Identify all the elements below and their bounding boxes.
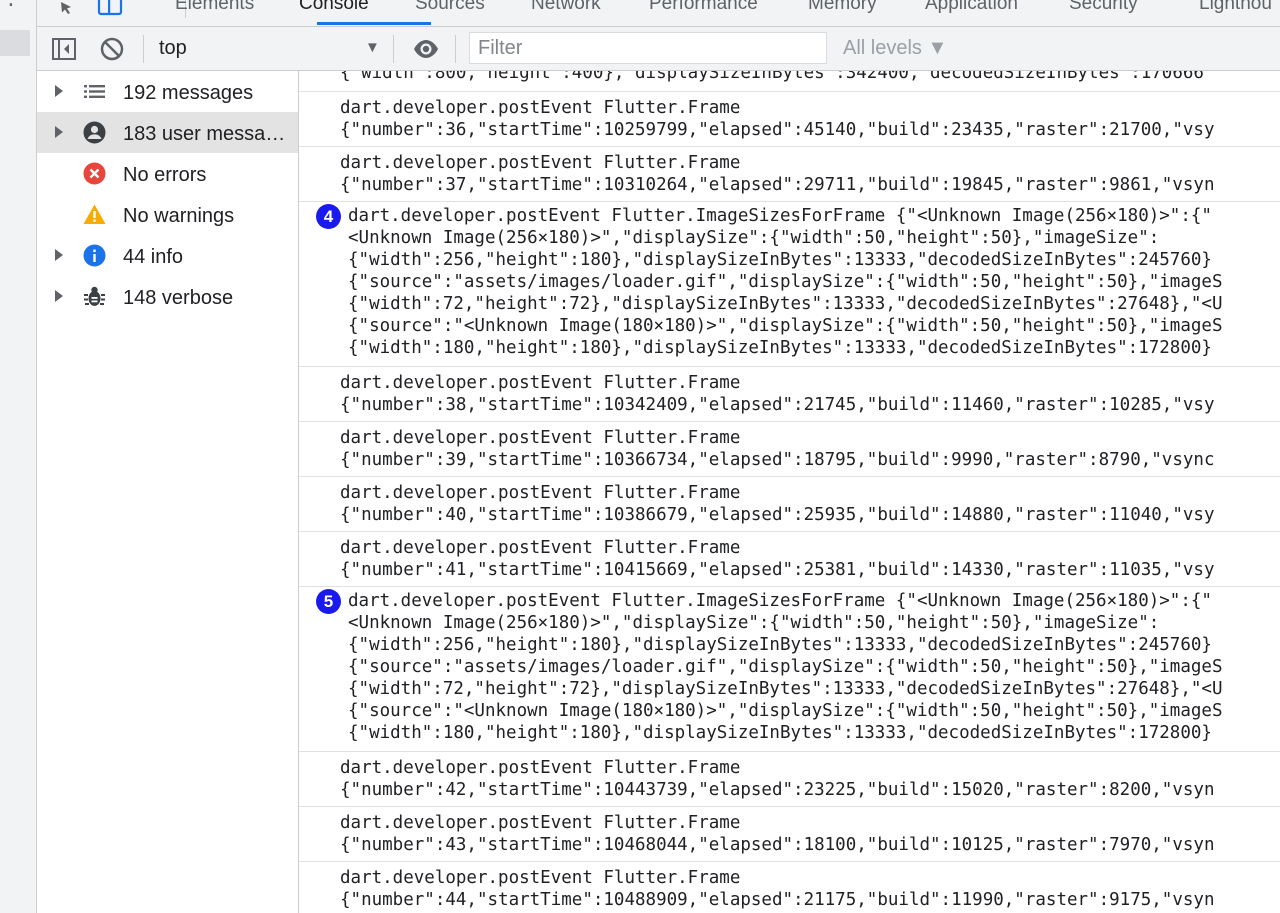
message-text: {"width":72,"height":72},"displaySizeInB… [348,294,1223,314]
tab-elements[interactable]: Elements [175,0,254,15]
info-icon [83,244,106,267]
toolbar-separator [455,35,456,63]
expand-arrow-icon[interactable] [55,126,63,138]
console-message[interactable]: dart.developer.postEvent Flutter.Frame {… [299,92,1280,147]
inspect-element-icon[interactable] [51,0,77,18]
message-text: {"width":800,"height":400},"displaySizeI… [340,71,1204,83]
tab-console[interactable]: Console [299,0,369,15]
message-text: dart.developer.postEvent Flutter.Frame [340,538,741,558]
dropdown-arrow-icon[interactable]: ▼ [365,39,380,56]
log-levels-dropdown[interactable]: All levels ▼ [843,37,947,60]
console-message[interactable]: {"width":800,"height":400},"displaySizeI… [299,71,1280,92]
console-message[interactable]: dart.developer.postEvent Flutter.Frame {… [299,477,1280,532]
sidebar-item-info[interactable]: 44 info [37,235,298,276]
toolbar-separator [143,35,144,63]
repeat-count-badge: 4 [316,204,341,229]
sidebar-item-user-messages[interactable]: 183 user messa… [37,112,298,153]
message-text: dart.developer.postEvent Flutter.Frame [340,98,741,118]
console-message[interactable]: dart.developer.postEvent Flutter.Frame {… [299,367,1280,422]
message-text: dart.developer.postEvent Flutter.ImageSi… [348,206,1212,226]
message-text: {"source":"assets/images/loader.gif","di… [348,657,1223,677]
message-text: {"width":180,"height":180},"displaySizeI… [348,338,1212,358]
message-text: {"width":256,"height":180},"displaySizeI… [348,250,1212,270]
message-text: {"source":"<Unknown Image(180×180)>","di… [348,701,1223,721]
device-toolbar-icon[interactable] [97,0,123,18]
console-toolbar: top ▼ All levels ▼ [37,27,1280,71]
tab-application[interactable]: Application [925,0,1018,15]
message-text: dart.developer.postEvent Flutter.Frame [340,373,741,393]
active-tab-indicator [317,22,431,25]
console-message[interactable]: dart.developer.postEvent Flutter.Frame {… [299,422,1280,477]
error-icon [83,162,106,185]
sidebar-item-label: 183 user messa… [123,123,286,145]
user-icon [83,121,106,144]
console-message[interactable]: dart.developer.postEvent Flutter.Frame {… [299,147,1280,202]
message-text: {"number":41,"startTime":10415669,"elaps… [340,560,1215,580]
console-message[interactable]: dart.developer.postEvent Flutter.Frame {… [299,532,1280,587]
message-text: {"number":44,"startTime":10488909,"elaps… [340,890,1215,910]
message-text: {"number":40,"startTime":10386679,"elaps… [340,505,1215,525]
message-text: {"source":"<Unknown Image(180×180)>","di… [348,316,1223,336]
message-text: dart.developer.postEvent Flutter.Frame [340,428,741,448]
message-text: dart.developer.postEvent Flutter.ImageSi… [348,591,1212,611]
warning-icon [83,203,106,226]
bug-icon [83,285,106,308]
toolbar-separator [393,35,394,63]
sidebar-item-label: 192 messages [123,82,254,104]
tab-memory[interactable]: Memory [808,0,877,15]
sidebar-item-label: 148 verbose [123,287,234,309]
repeat-count-badge: 5 [316,589,341,614]
tab-network[interactable]: Network [531,0,601,15]
console-message[interactable]: dart.developer.postEvent Flutter.Frame {… [299,807,1280,862]
message-text: dart.developer.postEvent Flutter.Frame [340,153,741,173]
sidebar-item-label: No errors [123,164,207,186]
expand-arrow-icon[interactable] [55,290,63,302]
more-options-icon[interactable]: ⋮ [0,0,22,8]
console-message[interactable]: dart.developer.postEvent Flutter.Frame {… [299,862,1280,913]
sidebar-item-errors[interactable]: No errors [37,153,298,194]
console-sidebar: 192 messages 183 user messa… No errors N… [37,71,299,913]
list-icon [83,80,106,103]
tab-lighthouse[interactable]: Lighthou [1199,0,1272,15]
message-text: {"number":42,"startTime":10443739,"elaps… [340,780,1215,800]
sidebar-item-messages[interactable]: 192 messages [37,71,298,112]
sidebar-item-verbose[interactable]: 148 verbose [37,276,298,317]
expand-arrow-icon[interactable] [55,85,63,97]
sidebar-item-warnings[interactable]: No warnings [37,194,298,235]
devtools-tab-bar: Elements Console Sources Network Perform… [37,0,1280,27]
sidebar-item-label: 44 info [123,246,184,268]
message-text: {"width":180,"height":180},"displaySizeI… [348,723,1212,743]
sidebar-toggle-icon[interactable] [51,36,77,62]
console-messages[interactable]: {"width":800,"height":400},"displaySizeI… [299,71,1280,913]
message-text: dart.developer.postEvent Flutter.Frame [340,758,741,778]
console-message[interactable]: dart.developer.postEvent Flutter.Frame {… [299,752,1280,807]
context-selector[interactable]: top [159,37,187,60]
left-gutter: ⋮ [0,0,37,913]
message-text: {"number":38,"startTime":10342409,"elaps… [340,395,1215,415]
console-message-group[interactable]: 5 dart.developer.postEvent Flutter.Image… [299,587,1280,752]
message-text: {"source":"assets/images/loader.gif","di… [348,272,1223,292]
live-expression-eye-icon[interactable] [412,36,438,62]
message-text: <Unknown Image(256×180)>","displaySize":… [348,613,1160,633]
tab-security[interactable]: Security [1069,0,1138,15]
filter-input[interactable] [469,32,827,64]
clear-console-icon[interactable] [99,36,125,62]
message-text: {"number":36,"startTime":10259799,"elaps… [340,120,1215,140]
message-text: {"number":39,"startTime":10366734,"elaps… [340,450,1215,470]
message-text: {"number":43,"startTime":10468044,"elaps… [340,835,1215,855]
tab-performance[interactable]: Performance [649,0,758,15]
message-text: dart.developer.postEvent Flutter.Frame [340,483,741,503]
console-message-group[interactable]: 4 dart.developer.postEvent Flutter.Image… [299,202,1280,367]
message-text: <Unknown Image(256×180)>","displaySize":… [348,228,1160,248]
gutter-selection [0,30,30,56]
expand-arrow-icon[interactable] [55,249,63,261]
sidebar-item-label: No warnings [123,205,235,227]
tab-sources[interactable]: Sources [415,0,485,15]
message-text: {"width":256,"height":180},"displaySizeI… [348,635,1212,655]
message-text: dart.developer.postEvent Flutter.Frame [340,868,741,888]
message-text: {"number":37,"startTime":10310264,"elaps… [340,175,1215,195]
message-text: dart.developer.postEvent Flutter.Frame [340,813,741,833]
message-text: {"width":72,"height":72},"displaySizeInB… [348,679,1223,699]
